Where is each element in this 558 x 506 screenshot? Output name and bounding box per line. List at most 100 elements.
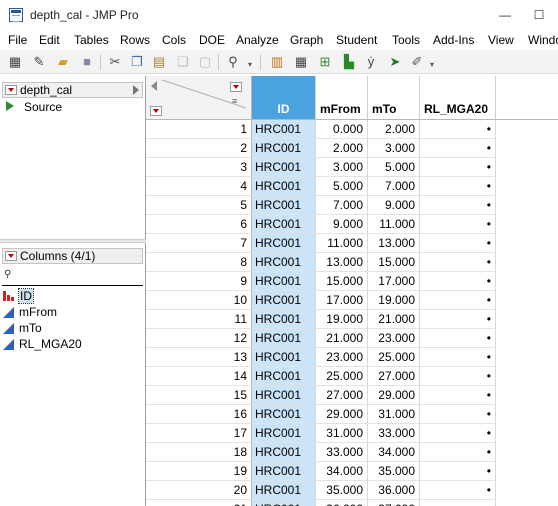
row-number[interactable]: 8 xyxy=(146,253,252,272)
cell-mfrom[interactable]: 27.000 xyxy=(316,386,368,405)
cell-id[interactable]: HRC001 xyxy=(252,158,316,177)
row-number[interactable]: 10 xyxy=(146,291,252,310)
cell-mto[interactable]: 15.000 xyxy=(368,253,420,272)
play-icon[interactable] xyxy=(6,101,14,111)
cell-rl-mga20[interactable]: • xyxy=(420,215,496,234)
cell-id[interactable]: HRC001 xyxy=(252,500,316,506)
row-number[interactable]: 1 xyxy=(146,120,252,139)
table-row[interactable]: 1 HRC001 0.000 2.000 • xyxy=(146,120,558,139)
menu-edit[interactable]: Edit xyxy=(39,33,60,47)
script-editor-icon[interactable]: ✐ xyxy=(408,53,426,71)
table-row[interactable]: 15 HRC001 27.000 29.000 • xyxy=(146,386,558,405)
cell-mto[interactable]: 5.000 xyxy=(368,158,420,177)
cell-mto[interactable]: 2.000 xyxy=(368,120,420,139)
cell-mfrom[interactable]: 0.000 xyxy=(316,120,368,139)
cell-mto[interactable]: 17.000 xyxy=(368,272,420,291)
cell-id[interactable]: HRC001 xyxy=(252,348,316,367)
data-table-list-icon[interactable]: ▥ xyxy=(268,53,286,71)
cell-rl-mga20[interactable]: • xyxy=(420,500,496,506)
cell-rl-mga20[interactable]: • xyxy=(420,481,496,500)
cell-mto[interactable]: 9.000 xyxy=(368,196,420,215)
cell-id[interactable]: HRC001 xyxy=(252,177,316,196)
row-menu-dropdown-icon[interactable] xyxy=(150,106,162,116)
cell-rl-mga20[interactable]: • xyxy=(420,462,496,481)
column-header-mto[interactable]: mTo xyxy=(368,76,420,120)
cell-mto[interactable]: 36.000 xyxy=(368,481,420,500)
cell-rl-mga20[interactable]: • xyxy=(420,424,496,443)
table-row[interactable]: 11 HRC001 19.000 21.000 • xyxy=(146,310,558,329)
cell-rl-mga20[interactable]: • xyxy=(420,272,496,291)
row-number[interactable]: 12 xyxy=(146,329,252,348)
row-filter-icon[interactable]: ≡ xyxy=(232,96,242,106)
cell-rl-mga20[interactable]: • xyxy=(420,234,496,253)
menu-window[interactable]: Window xyxy=(528,33,558,47)
column-header-id[interactable]: ID xyxy=(252,76,316,120)
cell-rl-mga20[interactable]: • xyxy=(420,177,496,196)
row-number[interactable]: 19 xyxy=(146,462,252,481)
row-number[interactable]: 2 xyxy=(146,139,252,158)
menu-student[interactable]: Student xyxy=(336,33,377,47)
fit-model-icon[interactable]: ➤ xyxy=(386,53,404,71)
cell-rl-mga20[interactable]: • xyxy=(420,329,496,348)
table-row[interactable]: 13 HRC001 23.000 25.000 • xyxy=(146,348,558,367)
row-number[interactable]: 11 xyxy=(146,310,252,329)
cell-id[interactable]: HRC001 xyxy=(252,405,316,424)
collapse-left-icon[interactable] xyxy=(151,81,157,91)
row-number[interactable]: 20 xyxy=(146,481,252,500)
minimize-button[interactable]: — xyxy=(490,4,520,26)
collapse-panel-icon[interactable] xyxy=(133,85,139,95)
row-number[interactable]: 18 xyxy=(146,443,252,462)
table-row[interactable]: 19 HRC001 34.000 35.000 • xyxy=(146,462,558,481)
column-header-empty[interactable] xyxy=(496,76,558,120)
cell-rl-mga20[interactable]: • xyxy=(420,291,496,310)
menu-tables[interactable]: Tables xyxy=(74,33,109,47)
cell-mto[interactable]: 11.000 xyxy=(368,215,420,234)
cell-mfrom[interactable]: 19.000 xyxy=(316,310,368,329)
cell-rl-mga20[interactable]: • xyxy=(420,386,496,405)
cell-id[interactable]: HRC001 xyxy=(252,310,316,329)
column-header-mfrom[interactable]: mFrom xyxy=(316,76,368,120)
cell-mfrom[interactable]: 3.000 xyxy=(316,158,368,177)
column-header-rl-mga20[interactable]: RL_MGA20 xyxy=(420,76,496,120)
cell-mto[interactable]: 35.000 xyxy=(368,462,420,481)
fit-y-by-x-icon[interactable]: ẏ xyxy=(362,53,380,71)
cut-icon[interactable]: ✂ xyxy=(106,53,124,71)
cell-mfrom[interactable]: 11.000 xyxy=(316,234,368,253)
cell-rl-mga20[interactable]: • xyxy=(420,367,496,386)
table-row[interactable]: 20 HRC001 35.000 36.000 • xyxy=(146,481,558,500)
cell-mfrom[interactable]: 25.000 xyxy=(316,367,368,386)
cell-mfrom[interactable]: 5.000 xyxy=(316,177,368,196)
columns-panel-header[interactable]: Columns (4/1) xyxy=(2,248,143,264)
menu-doe[interactable]: DOE xyxy=(199,33,225,47)
cell-mto[interactable]: 19.000 xyxy=(368,291,420,310)
row-number[interactable]: 21 xyxy=(146,500,252,506)
table-row[interactable]: 18 HRC001 33.000 34.000 • xyxy=(146,443,558,462)
cell-mfrom[interactable]: 35.000 xyxy=(316,481,368,500)
row-number[interactable]: 15 xyxy=(146,386,252,405)
table-row[interactable]: 2 HRC001 2.000 3.000 • xyxy=(146,139,558,158)
cell-mfrom[interactable]: 13.000 xyxy=(316,253,368,272)
cell-mto[interactable]: 3.000 xyxy=(368,139,420,158)
cell-rl-mga20[interactable]: • xyxy=(420,196,496,215)
cell-rl-mga20[interactable]: • xyxy=(420,120,496,139)
column-menu-dropdown-icon[interactable] xyxy=(230,82,242,92)
cell-id[interactable]: HRC001 xyxy=(252,253,316,272)
cell-id[interactable]: HRC001 xyxy=(252,481,316,500)
paste-icon[interactable]: ▤ xyxy=(150,53,168,71)
grid-corner[interactable]: ≡ xyxy=(146,76,252,120)
table-row[interactable]: 9 HRC001 15.000 17.000 • xyxy=(146,272,558,291)
row-number[interactable]: 13 xyxy=(146,348,252,367)
menu-analyze[interactable]: Analyze xyxy=(236,33,279,47)
row-number[interactable]: 6 xyxy=(146,215,252,234)
search-icon[interactable]: ⚲ xyxy=(224,53,242,71)
cell-id[interactable]: HRC001 xyxy=(252,120,316,139)
cell-id[interactable]: HRC001 xyxy=(252,139,316,158)
cell-mto[interactable]: 27.000 xyxy=(368,367,420,386)
cell-mfrom[interactable]: 34.000 xyxy=(316,462,368,481)
cell-id[interactable]: HRC001 xyxy=(252,329,316,348)
row-number[interactable]: 17 xyxy=(146,424,252,443)
save-icon[interactable]: ■ xyxy=(78,53,96,71)
row-number[interactable]: 3 xyxy=(146,158,252,177)
cell-mfrom[interactable]: 33.000 xyxy=(316,443,368,462)
table-row[interactable]: 21HRC00136.00037.000• xyxy=(146,500,558,506)
